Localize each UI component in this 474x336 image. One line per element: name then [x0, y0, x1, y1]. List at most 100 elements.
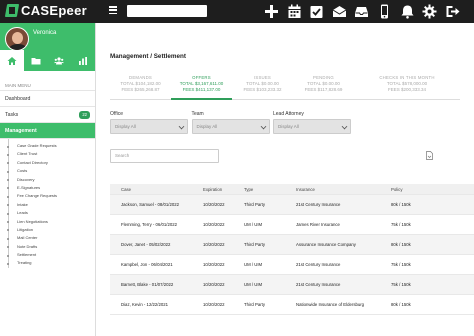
cell-insurance: 21st Century Insurance — [296, 282, 341, 287]
cell-expiration: 10/20/2022 — [203, 202, 225, 207]
submenu-item[interactable]: Lien Negotiations — [0, 218, 95, 226]
filters-row: Office Display All Team Display All Lead… — [110, 111, 355, 134]
filter-label: Office — [110, 111, 123, 117]
tray-icon[interactable] — [354, 4, 369, 19]
avatar[interactable] — [5, 27, 29, 51]
sidebar: Veronica MAIN MENU Dashboard Tasks 22 Man… — [0, 23, 96, 336]
cell-type: UM / UIM — [244, 262, 263, 267]
management-submenu: Case Grade Requests Client Trust Contact… — [0, 139, 95, 268]
main-menu-label: MAIN MENU — [0, 80, 95, 91]
tab-users[interactable] — [48, 50, 72, 71]
chevron-down-icon — [178, 123, 185, 130]
submenu-item[interactable]: Contact Directory — [0, 159, 95, 167]
settlement-stats-tabs: DEMANDS TOTAL $104,182.00 FEES $265,268.… — [110, 75, 460, 100]
gear-icon[interactable] — [422, 4, 437, 19]
stat-tab-issues[interactable]: ISSUES TOTAL $0.00.00 FEES $103,233.32 — [232, 75, 293, 99]
settlement-table: Case Expiration Type Insurance Policy Ja… — [110, 184, 474, 315]
submenu-item[interactable]: Client Trust — [0, 150, 95, 158]
sidebar-item-management[interactable]: Management — [0, 123, 95, 139]
cell-policy: 75k / 150k — [391, 282, 411, 287]
office-select[interactable]: Display All — [110, 119, 188, 134]
cell-case[interactable]: Kampbel, Jon - 06/04/2021 — [110, 262, 195, 267]
cell-insurance: Nationwide Insurance of Eldersburg — [296, 302, 365, 307]
calendar-icon[interactable] — [287, 4, 302, 19]
submenu-item[interactable]: Case Grade Requests — [0, 142, 95, 150]
col-header-insurance[interactable]: Insurance — [296, 187, 389, 192]
stat-tab-pending[interactable]: PENDING TOTAL $0.00.00 FEES $117,828.69 — [293, 75, 354, 99]
table-row[interactable]: Barnett, Blake - 01/07/2022 10/20/2022 U… — [110, 275, 474, 295]
table-row[interactable]: Kampbel, Jon - 06/04/2021 10/20/2022 UM … — [110, 255, 474, 275]
col-header-expiration[interactable]: Expiration — [195, 187, 244, 192]
table-row[interactable]: Flemming, Terry - 06/01/2022 10/20/2022 … — [110, 215, 474, 235]
submenu-item[interactable]: Discovery — [0, 176, 95, 184]
team-select[interactable]: Display All — [191, 119, 270, 134]
cell-type: Third Party — [244, 242, 266, 247]
submenu-item[interactable]: Leads — [0, 209, 95, 217]
cell-policy: 75k / 150k — [391, 262, 411, 267]
sidebar-item-dashboard[interactable]: Dashboard — [0, 91, 95, 107]
user-name[interactable]: Veronica — [33, 30, 56, 36]
sidebar-item-label: Management — [5, 128, 37, 134]
submenu-item[interactable]: Note Drafts — [0, 243, 95, 251]
checkbox-icon[interactable] — [309, 4, 324, 19]
cell-expiration: 10/20/2022 — [203, 282, 225, 287]
table-row[interactable]: Dover, Janet - 05/02/2022 10/20/2022 Thi… — [110, 235, 474, 255]
cell-policy: 75k / 150k — [391, 222, 411, 227]
stat-fees: FEES $117,828.69 — [304, 87, 343, 92]
hamburger-menu-icon[interactable] — [109, 6, 117, 15]
inbox-icon[interactable] — [332, 4, 347, 19]
submenu-item[interactable]: Treating — [0, 259, 95, 267]
cell-expiration: 10/20/2022 — [203, 302, 225, 307]
tab-home[interactable] — [0, 50, 24, 71]
col-header-policy[interactable]: Policy — [389, 187, 474, 192]
submenu-item[interactable]: Fee Change Requests — [0, 192, 95, 200]
submenu-item[interactable]: E-Signatures — [0, 184, 95, 192]
sidebar-tabs — [0, 50, 95, 71]
col-header-type[interactable]: Type — [244, 187, 296, 192]
table-row[interactable]: Jackson, Samuel - 08/01/2022 10/20/2022 … — [110, 195, 474, 215]
bell-icon[interactable] — [400, 4, 415, 19]
cell-insurance: James River Insurance — [296, 222, 340, 227]
app-logo[interactable]: CASEpeer — [6, 3, 87, 18]
brand-name: CASEpeer — [21, 3, 87, 18]
cell-type: Third Party — [244, 302, 266, 307]
cell-case[interactable]: Flemming, Terry - 06/01/2022 — [110, 222, 195, 227]
submenu-item[interactable]: Litigation — [0, 226, 95, 234]
cell-case[interactable]: Dover, Janet - 05/02/2022 — [110, 242, 195, 247]
cell-policy: 80k / 150k — [391, 242, 411, 247]
export-icon[interactable] — [426, 151, 433, 160]
filter-label: Lead Attorney — [273, 111, 304, 117]
plus-icon[interactable] — [264, 4, 279, 19]
cell-case[interactable]: Diaz, Kevin - 12/22/2021 — [110, 302, 195, 307]
table-search-input[interactable]: Search — [110, 149, 219, 163]
logout-icon[interactable] — [445, 4, 460, 19]
global-search-input[interactable] — [127, 5, 207, 17]
user-profile: Veronica — [0, 23, 95, 51]
col-header-case[interactable]: Case — [110, 187, 195, 192]
stat-tab-demands[interactable]: DEMANDS TOTAL $104,182.00 FEES $265,268.… — [110, 75, 171, 99]
submenu-item[interactable]: Settlement — [0, 251, 95, 259]
cell-type: UM / UIM — [244, 222, 263, 227]
chevron-down-icon — [341, 123, 348, 130]
cell-case[interactable]: Jackson, Samuel - 08/01/2022 — [110, 202, 195, 207]
stat-tab-offers[interactable]: OFFERS TOTAL $3,167,611.00 FEES $411,137… — [171, 75, 232, 100]
phone-icon[interactable] — [377, 4, 392, 19]
table-row[interactable]: Diaz, Kevin - 12/22/2021 10/20/2022 Thir… — [110, 295, 474, 315]
tab-reports[interactable] — [71, 50, 95, 71]
users-icon — [54, 56, 65, 64]
cell-insurance: 21st Century Insurance — [296, 262, 341, 267]
cell-case[interactable]: Barnett, Blake - 01/07/2022 — [110, 282, 195, 287]
submenu-item[interactable]: Mail Center — [0, 234, 95, 242]
team-filter: Team Display All — [191, 111, 270, 134]
submenu-item[interactable]: Intake — [0, 201, 95, 209]
tab-cases[interactable] — [24, 50, 48, 71]
logo-icon — [6, 4, 18, 17]
sidebar-item-tasks[interactable]: Tasks 22 — [0, 107, 95, 123]
submenu-item[interactable]: Costs — [0, 167, 95, 175]
sidebar-item-label: Tasks — [5, 112, 19, 118]
cell-type: Third Party — [244, 202, 266, 207]
stat-tab-checks[interactable]: CHECKS IN THIS MONTH TOTAL $578,000.00 F… — [354, 75, 460, 99]
cell-insurance: Assurance Insurance Company — [296, 242, 356, 247]
page-title: Management / Settlement — [110, 53, 186, 60]
lead-attorney-select[interactable]: Display All — [273, 119, 351, 134]
